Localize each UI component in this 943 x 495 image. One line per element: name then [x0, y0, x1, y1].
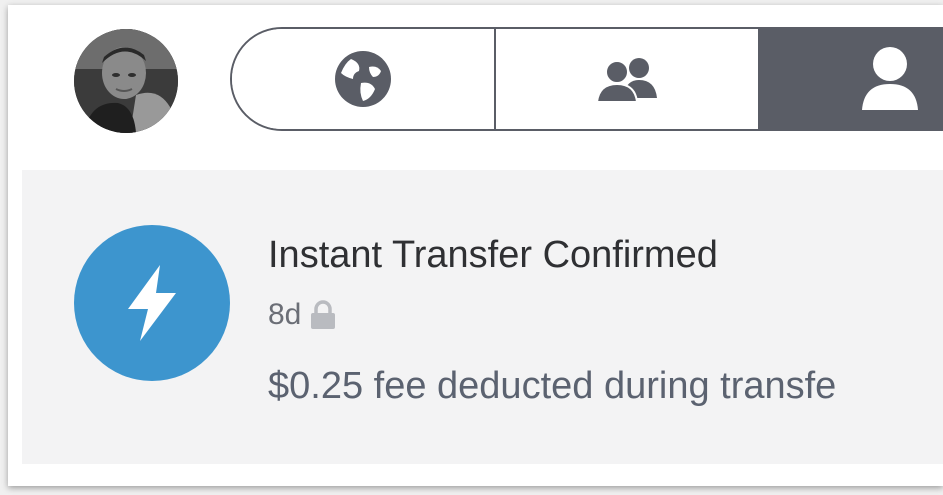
avatar[interactable]	[74, 29, 178, 133]
person-icon	[862, 47, 918, 110]
story-time: 8d	[268, 298, 302, 331]
feed-filter-segmented-control	[230, 27, 943, 131]
feed: Instant Transfer Confirmed 8d $0.25 fee …	[22, 170, 943, 464]
header	[8, 5, 943, 170]
story-title: Instant Transfer Confirmed	[268, 234, 718, 276]
tab-friends[interactable]	[496, 29, 760, 129]
globe-icon	[335, 51, 391, 107]
tab-personal[interactable]	[760, 29, 943, 129]
story-icon-circle	[74, 225, 230, 381]
story-note: $0.25 fee deducted during transfe	[268, 365, 837, 407]
story-meta: 8d	[268, 298, 337, 332]
lock-icon	[311, 300, 336, 329]
tab-public[interactable]	[232, 29, 496, 129]
friends-icon	[595, 58, 657, 103]
app-screen: Instant Transfer Confirmed 8d $0.25 fee …	[8, 5, 943, 486]
lightning-bolt-icon	[128, 265, 176, 341]
avatar-photo	[74, 29, 178, 133]
